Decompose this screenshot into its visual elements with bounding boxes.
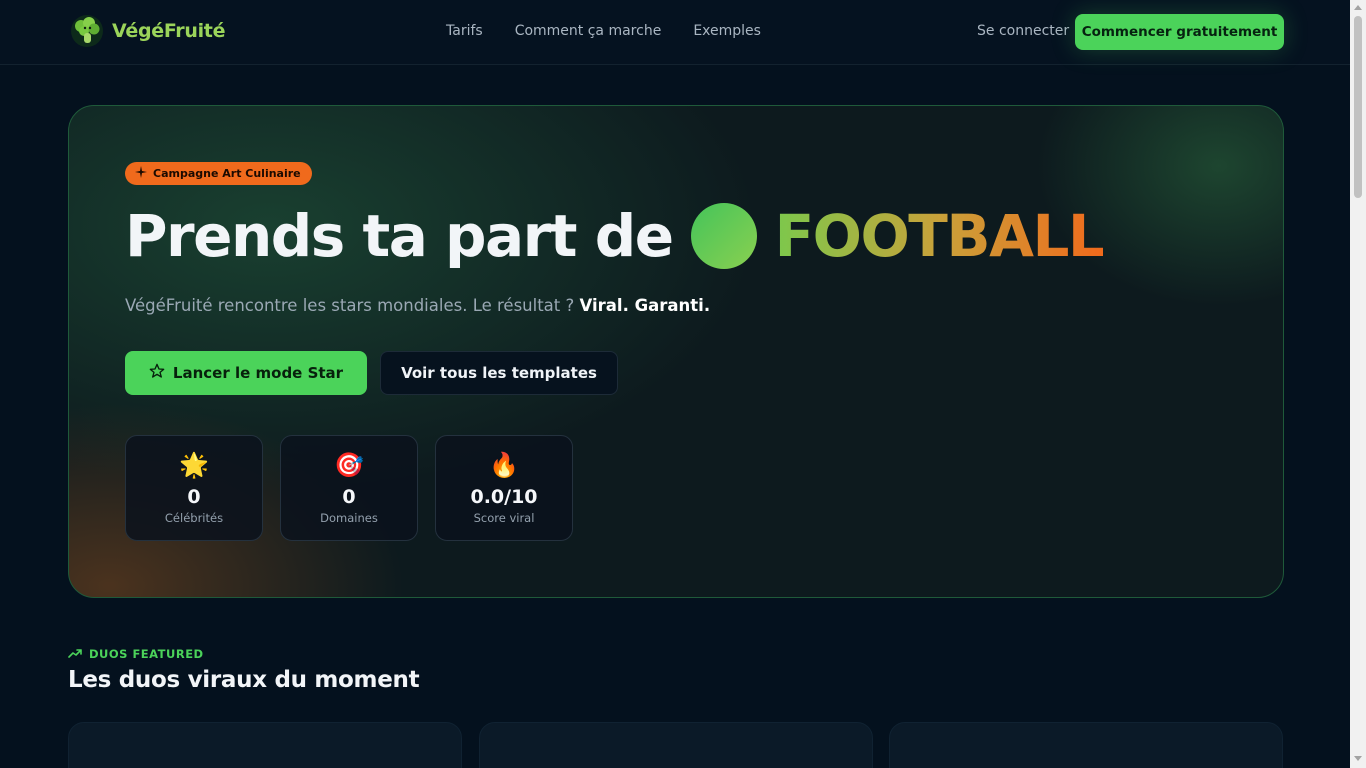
nav-item-comment-ca-marche[interactable]: Comment ça marche	[515, 23, 662, 39]
section-tag-label: DUOS FEATURED	[89, 647, 204, 661]
hero-subtitle: VégéFruité rencontre les stars mondiales…	[125, 296, 710, 315]
brand-logo[interactable]: VégéFruité	[70, 14, 225, 48]
headline-highlight-word: FOOTBALL	[774, 202, 1105, 270]
duo-card[interactable]	[479, 722, 873, 768]
stat-card-viral-score: 🔥 0.0/10 Score viral	[435, 435, 573, 541]
brand-name: VégéFruité	[112, 20, 226, 42]
subtitle-bold: Viral. Garanti.	[579, 296, 711, 315]
sparkle-icon	[135, 166, 147, 181]
green-ball-icon	[690, 203, 757, 269]
badge-label: Campagne Art Culinaire	[153, 167, 301, 180]
stat-card-celebrities: 🌟 0 Célébrités	[125, 435, 263, 541]
star-icon: 🌟	[179, 451, 209, 479]
duo-card[interactable]	[889, 722, 1283, 768]
hero-card: Campagne Art Culinaire Prends ta part de…	[68, 105, 1284, 598]
scroll-up-arrow-icon[interactable]	[1354, 5, 1362, 10]
star-outline-icon	[149, 363, 165, 383]
stat-value: 0	[187, 486, 201, 508]
stat-label: Domaines	[320, 511, 378, 525]
start-free-button[interactable]: Commencer gratuitement	[1075, 14, 1284, 50]
headline-prefix: Prends ta part de	[125, 202, 674, 270]
trending-up-icon	[68, 647, 82, 661]
duo-card[interactable]	[68, 722, 462, 768]
campaign-badge: Campagne Art Culinaire	[125, 162, 312, 185]
top-header: VégéFruité Tarifs Comment ça marche Exem…	[0, 0, 1350, 65]
hero-headline: Prends ta part de FOOTBALL	[125, 202, 1105, 270]
stat-value: 0	[342, 486, 356, 508]
section-title: Les duos viraux du moment	[68, 667, 420, 693]
subtitle-text: VégéFruité rencontre les stars mondiales…	[125, 296, 575, 315]
target-icon: 🎯	[334, 451, 364, 479]
stat-value: 0.0/10	[470, 486, 538, 508]
nav-item-exemples[interactable]: Exemples	[693, 23, 761, 39]
launch-star-mode-button[interactable]: Lancer le mode Star	[125, 351, 367, 395]
section-tag: DUOS FEATURED	[68, 647, 204, 661]
launch-star-mode-label: Lancer le mode Star	[172, 364, 344, 382]
stat-label: Score viral	[473, 511, 535, 525]
scroll-down-arrow-icon[interactable]	[1354, 756, 1362, 761]
login-link[interactable]: Se connecter	[977, 23, 1069, 39]
main-nav: Tarifs Comment ça marche Exemples	[446, 23, 761, 39]
stat-label: Célébrités	[164, 511, 224, 525]
stat-card-domains: 🎯 0 Domaines	[280, 435, 418, 541]
page-scrollbar[interactable]	[1350, 0, 1366, 768]
view-templates-button[interactable]: Voir tous les templates	[380, 351, 618, 395]
broccoli-logo-icon	[70, 14, 104, 48]
scroll-thumb[interactable]	[1354, 16, 1362, 198]
nav-item-tarifs[interactable]: Tarifs	[446, 23, 483, 39]
fire-icon: 🔥	[489, 451, 519, 479]
